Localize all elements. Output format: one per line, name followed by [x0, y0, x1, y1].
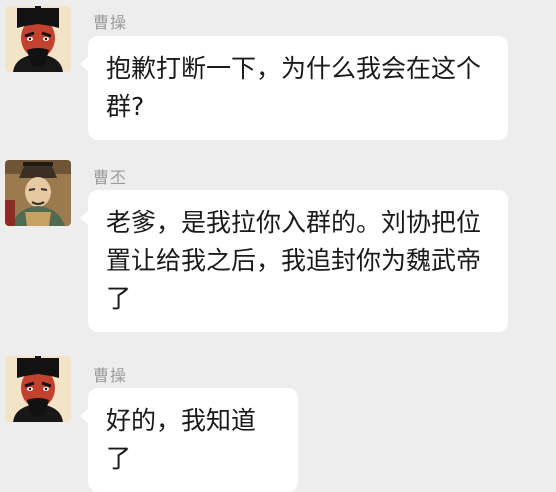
caocao-portrait-icon[interactable] [5, 6, 71, 72]
sender-name: 曹操 [93, 366, 128, 385]
message-bubble[interactable]: 抱歉打断一下，为什么我会在这个群? [80, 36, 508, 140]
caopi-portrait-icon[interactable] [5, 160, 71, 226]
sender-name: 曹操 [93, 13, 128, 32]
caocao-portrait-icon[interactable] [5, 356, 71, 422]
message-bubble[interactable]: 老爹，是我拉你入群的。刘协把位置让给我之后，我追封你为魏武帝了 [80, 190, 508, 332]
sender-name: 曹丕 [93, 168, 128, 187]
message-bubble[interactable]: 好的，我知道了 [80, 388, 298, 492]
